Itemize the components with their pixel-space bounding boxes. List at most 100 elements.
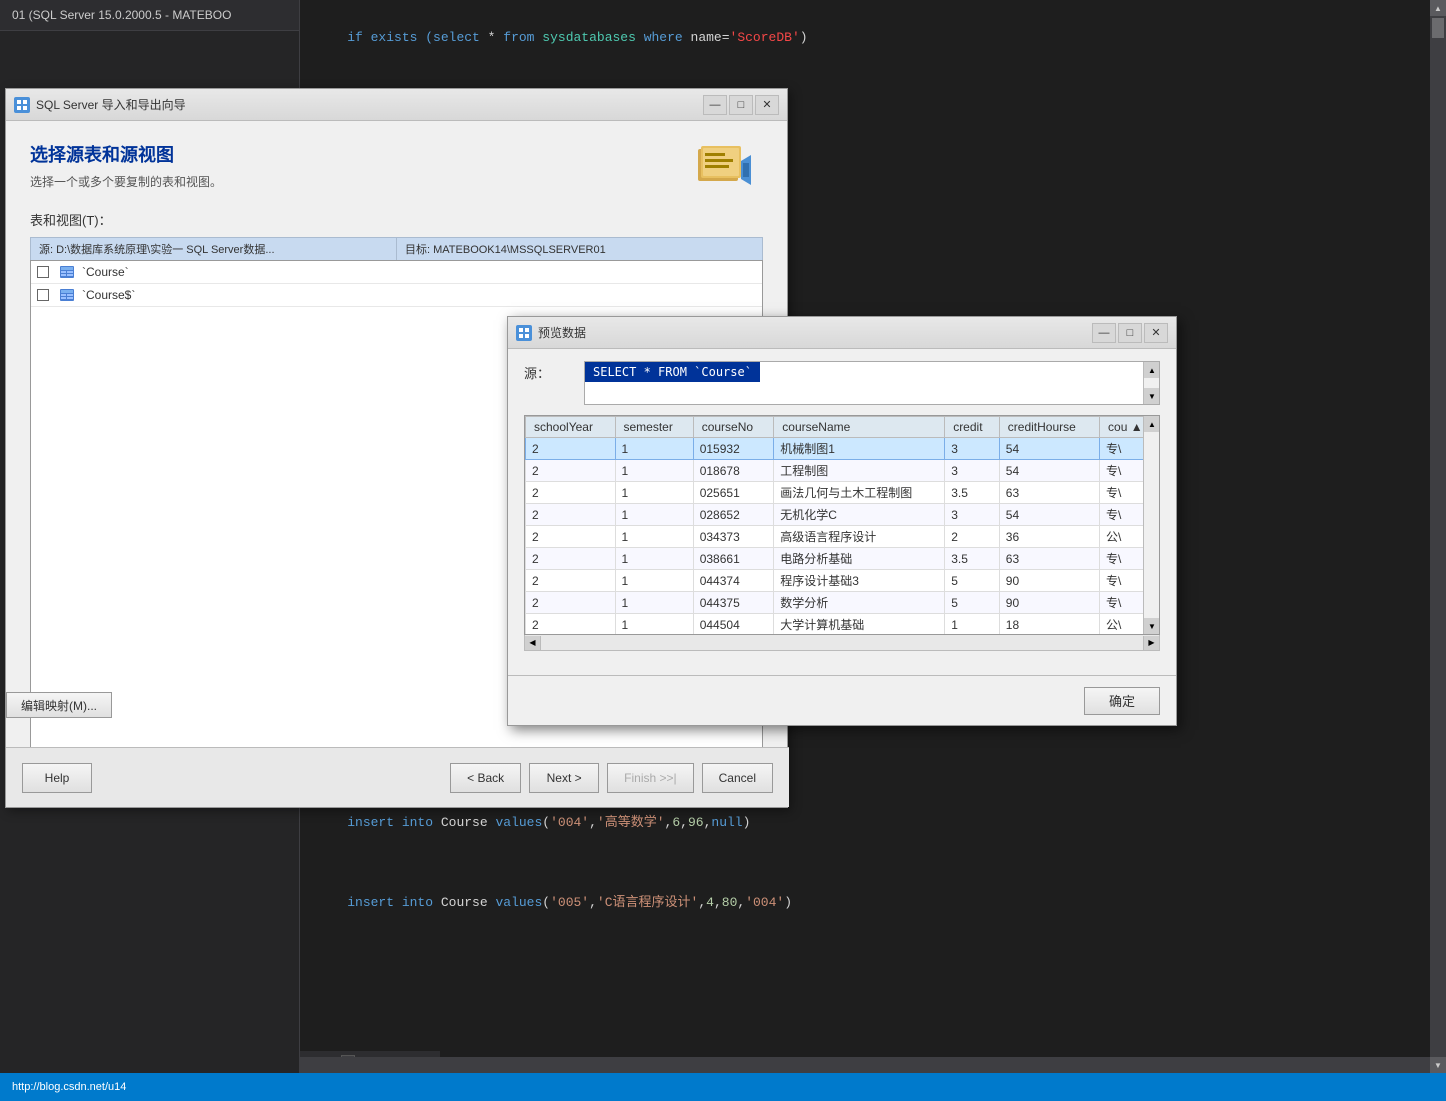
table-row[interactable]: 21015932机械制图1354专\ — [526, 438, 1159, 460]
table-row[interactable]: 21038661电路分析基础3.563专\ — [526, 548, 1159, 570]
table-cell: 3.5 — [945, 548, 1000, 570]
data-table-container[interactable]: schoolYear semester courseNo courseName … — [524, 415, 1160, 635]
preview-close-btn[interactable]: ✕ — [1144, 323, 1168, 343]
editor-hscrollbar[interactable] — [300, 1057, 1430, 1073]
next-button[interactable]: Next > — [529, 763, 599, 793]
status-bar: http://blog.csdn.net/u14 — [0, 1073, 1446, 1101]
table-row[interactable]: 21034373高级语言程序设计236公\ — [526, 526, 1159, 548]
preview-maximize-btn[interactable]: □ — [1118, 323, 1142, 343]
table-row[interactable]: 21025651画法几何与土木工程制图3.563专\ — [526, 482, 1159, 504]
course-dollar-checkbox[interactable] — [31, 287, 55, 303]
table-cell: 1 — [615, 526, 693, 548]
preview-minimize-btn[interactable]: — — [1092, 323, 1116, 343]
source-row: 源： SELECT * FROM `Course` ▲ ▼ — [524, 361, 1160, 405]
dest-header-cell: 目标: MATEBOOK14\MSSQLSERVER01 — [397, 238, 762, 260]
table-cell: 2 — [526, 526, 616, 548]
table-row[interactable]: 21044375数学分析590专\ — [526, 592, 1159, 614]
wizard-title: SQL Server 导入和导出向导 — [36, 96, 186, 113]
src-dest-header: 源: D:\数据库系统原理\实验一 SQL Server数据... 目标: MA… — [30, 237, 763, 260]
preview-titlebar-buttons: — □ ✕ — [1092, 323, 1168, 343]
wizard-minimize-btn[interactable]: — — [703, 95, 727, 115]
table-cell: 3 — [945, 438, 1000, 460]
editor-vscrollbar[interactable]: ▲ ▼ — [1430, 0, 1446, 1073]
edit-mapping-button[interactable]: 编辑映射(M)... — [6, 692, 112, 718]
course-table-icon — [59, 265, 75, 279]
vscroll-down-btn[interactable]: ▼ — [1430, 1057, 1446, 1073]
table-row[interactable]: 21018678工程制图354专\ — [526, 460, 1159, 482]
table-row-course-dollar[interactable]: `Course$` — [31, 284, 762, 307]
table-cell: 034373 — [693, 526, 774, 548]
table-cell: 1 — [615, 592, 693, 614]
table-cell: 大学计算机基础 — [774, 614, 945, 636]
table-cell: 2 — [526, 592, 616, 614]
back-button[interactable]: < Back — [450, 763, 521, 793]
finish-button[interactable]: Finish >>| — [607, 763, 693, 793]
table-cell: 1 — [945, 614, 1000, 636]
table-cell: 18 — [999, 614, 1099, 636]
course-dollar-table-icon — [59, 288, 75, 302]
bottom-code-line-5: insert into Course values('005','C语言程序设计… — [316, 873, 1430, 933]
table-cell: 63 — [999, 548, 1099, 570]
table-cell: 044374 — [693, 570, 774, 592]
source-query-box-wrapper: SELECT * FROM `Course` ▲ ▼ — [584, 361, 1160, 405]
wizard-close-btn[interactable]: ✕ — [755, 95, 779, 115]
table-scroll-down[interactable]: ▼ — [1144, 618, 1160, 634]
vscroll-thumb[interactable] — [1432, 18, 1444, 38]
code-line-1: if exists (select * from sysdatabases wh… — [316, 8, 1430, 68]
table-row-course[interactable]: `Course` — [31, 261, 762, 284]
table-vscrollbar[interactable]: ▲ ▼ — [1143, 416, 1159, 634]
course-checkbox[interactable] — [31, 264, 55, 280]
wizard-buttons-bar: Help < Back Next > Finish >>| Cancel — [6, 747, 789, 807]
table-cell: 54 — [999, 504, 1099, 526]
table-cell: 2 — [526, 614, 616, 636]
table-scroll-right[interactable]: ▶ — [1143, 636, 1159, 650]
table-cell: 画法几何与土木工程制图 — [774, 482, 945, 504]
table-cell: 54 — [999, 460, 1099, 482]
table-row[interactable]: 21044504大学计算机基础118公\ — [526, 614, 1159, 636]
table-row[interactable]: 21028652无机化学C354专\ — [526, 504, 1159, 526]
course-dollar-checkbox-input[interactable] — [37, 289, 49, 301]
source-label: 源： — [524, 361, 584, 382]
source-vscrollbar[interactable]: ▲ ▼ — [1143, 362, 1159, 404]
source-scroll-down[interactable]: ▼ — [1144, 388, 1160, 404]
table-hscrollbar[interactable]: ◀ ▶ — [524, 635, 1160, 651]
wizard-app-icon — [14, 97, 30, 113]
table-cell: 1 — [615, 548, 693, 570]
table-cell: 2 — [526, 548, 616, 570]
wizard-titlebar: SQL Server 导入和导出向导 — □ ✕ — [6, 89, 787, 121]
col-courseno: courseNo — [693, 417, 774, 438]
table-cell: 2 — [526, 570, 616, 592]
preview-footer: 确定 — [508, 675, 1176, 725]
table-cell: 015932 — [693, 438, 774, 460]
table-cell: 90 — [999, 570, 1099, 592]
table-cell: 程序设计基础3 — [774, 570, 945, 592]
col-schoolyear: schoolYear — [526, 417, 616, 438]
table-cell: 3.5 — [945, 482, 1000, 504]
table-cell: 5 — [945, 592, 1000, 614]
table-cell: 3 — [945, 504, 1000, 526]
vscroll-up-btn[interactable]: ▲ — [1430, 0, 1446, 16]
help-button[interactable]: Help — [22, 763, 92, 793]
col-credit: credit — [945, 417, 1000, 438]
table-cell: 36 — [999, 526, 1099, 548]
source-scroll-up[interactable]: ▲ — [1144, 362, 1160, 378]
table-cell: 2 — [526, 482, 616, 504]
table-cell: 028652 — [693, 504, 774, 526]
course-dest-text — [409, 270, 763, 274]
table-scroll-up[interactable]: ▲ — [1144, 416, 1160, 432]
table-row[interactable]: 21044374程序设计基础3590专\ — [526, 570, 1159, 592]
course-checkbox-input[interactable] — [37, 266, 49, 278]
bottom-code-line-4 — [316, 853, 1430, 873]
data-table: schoolYear semester courseNo courseName … — [525, 416, 1159, 635]
table-scroll-left[interactable]: ◀ — [525, 636, 541, 650]
table-cell: 2 — [526, 438, 616, 460]
table-cell: 2 — [945, 526, 1000, 548]
source-query-container: SELECT * FROM `Course` ▲ ▼ — [584, 361, 1160, 405]
table-cell: 044504 — [693, 614, 774, 636]
wizard-maximize-btn[interactable]: □ — [729, 95, 753, 115]
confirm-button[interactable]: 确定 — [1084, 687, 1160, 715]
cancel-button[interactable]: Cancel — [702, 763, 773, 793]
table-cell: 无机化学C — [774, 504, 945, 526]
preview-body: 源： SELECT * FROM `Course` ▲ ▼ sch — [508, 349, 1176, 675]
course-dollar-row-text: `Course$` — [78, 286, 405, 304]
